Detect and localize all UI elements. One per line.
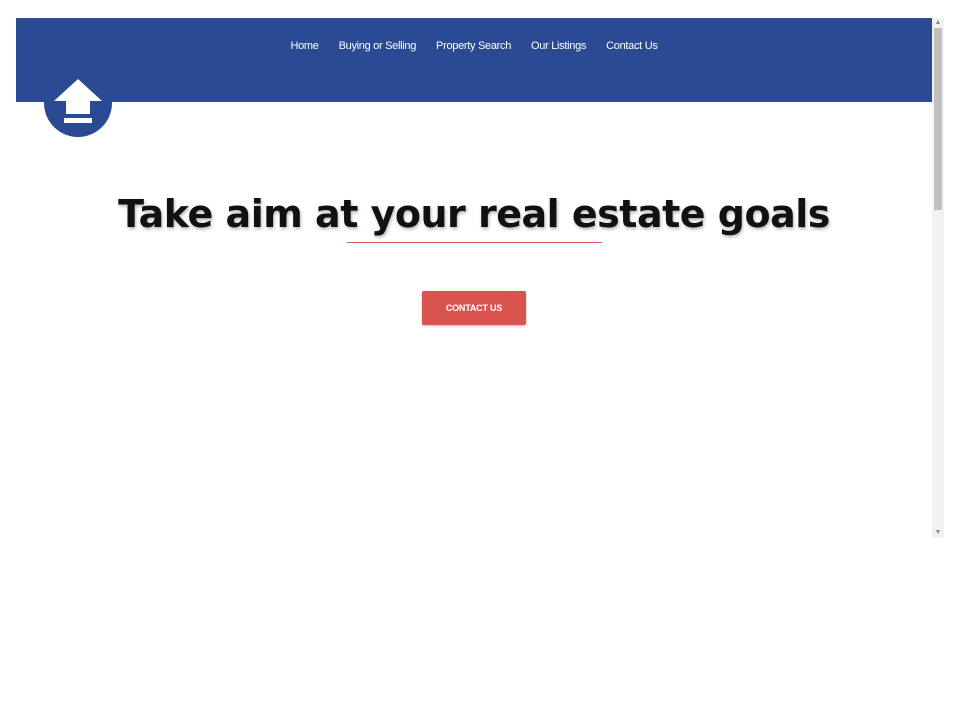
house-arrow-icon xyxy=(54,79,102,123)
nav-property-search[interactable]: Property Search xyxy=(426,40,521,52)
site-logo[interactable] xyxy=(44,69,112,137)
scroll-up-arrow-icon[interactable]: ▲ xyxy=(932,18,944,28)
nav-our-listings[interactable]: Our Listings xyxy=(521,40,596,52)
scrollbar-thumb[interactable] xyxy=(934,28,942,210)
vertical-scrollbar[interactable]: ▲ ▼ xyxy=(932,18,944,538)
contact-us-button[interactable]: CONTACT US xyxy=(422,291,526,325)
headline-underline xyxy=(347,242,602,243)
main-nav: Home Buying or Selling Property Search O… xyxy=(16,40,932,52)
nav-home[interactable]: Home xyxy=(280,40,328,52)
hero-headline: Take aim at your real estate goals xyxy=(118,192,830,236)
scroll-down-arrow-icon[interactable]: ▼ xyxy=(932,528,944,538)
page-viewport: Home Buying or Selling Property Search O… xyxy=(16,18,944,538)
nav-contact-us[interactable]: Contact Us xyxy=(596,40,667,52)
nav-buying-or-selling[interactable]: Buying or Selling xyxy=(329,40,426,52)
site-header: Home Buying or Selling Property Search O… xyxy=(16,18,932,102)
